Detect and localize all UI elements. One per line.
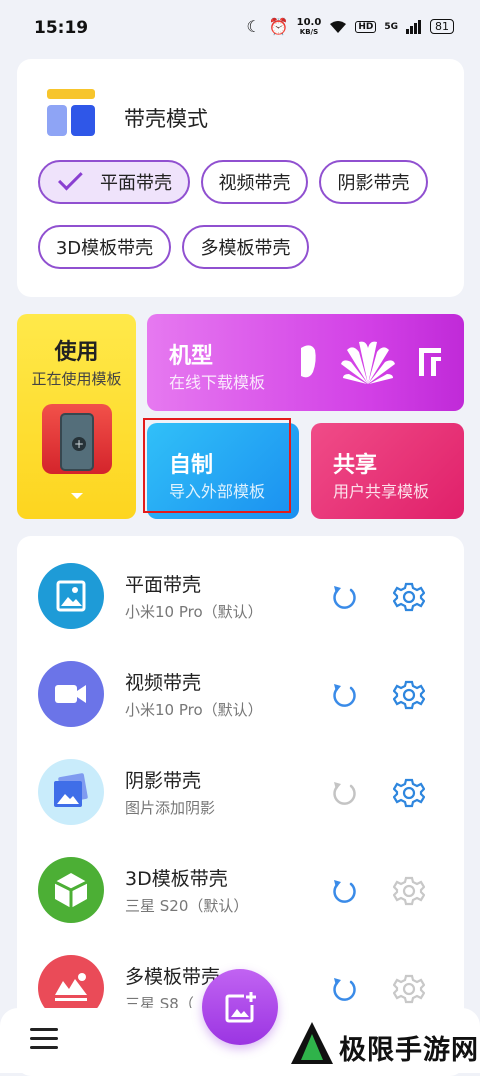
- network-speed-unit: KB/S: [299, 27, 319, 36]
- share-subtitle: 用户共享模板: [333, 482, 430, 501]
- status-bar: 15:19 ☾ ⏰ 10.0 KB/S HD 5G 81: [0, 0, 480, 58]
- list-item-video-shell[interactable]: 视频带壳 小米10 Pro（默认）: [17, 634, 464, 732]
- mode-card: 带壳模式 平面带壳 视频带壳 阴影带壳 3D模板带壳 多模板带壳: [17, 59, 464, 297]
- add-image-icon: [225, 992, 256, 1023]
- gear-icon[interactable]: [393, 875, 425, 907]
- watermark: 极限手游网: [289, 1018, 479, 1070]
- list-item-title: 平面带壳: [125, 574, 202, 596]
- chip-label: 平面带壳: [100, 173, 172, 194]
- watermark-logo-icon: [291, 1022, 333, 1064]
- xiaomi-logo-icon: [419, 348, 441, 376]
- network-speed: 10.0 KB/S: [296, 16, 322, 36]
- gear-icon[interactable]: [393, 581, 425, 613]
- chevron-down-icon: [71, 493, 83, 499]
- list-item-shadow-shell[interactable]: 阴影带壳 图片添加阴影: [17, 732, 464, 830]
- chip-label: 多模板带壳: [200, 238, 291, 259]
- list-item-title: 3D模板带壳: [125, 868, 228, 890]
- refresh-icon[interactable]: [329, 973, 359, 1003]
- hd-badge: HD: [355, 20, 377, 33]
- model-subtitle: 在线下载模板: [169, 373, 266, 392]
- status-icons: ☾ ⏰ 10.0 KB/S HD 5G 81: [246, 17, 454, 36]
- share-tile[interactable]: 共享 用户共享模板: [311, 423, 464, 519]
- refresh-icon[interactable]: [329, 679, 359, 709]
- app-logo-icon: [45, 89, 97, 139]
- chip-3d-shell[interactable]: 3D模板带壳: [38, 225, 171, 269]
- gear-icon[interactable]: [393, 973, 425, 1005]
- model-title: 机型: [169, 344, 214, 369]
- chip-label: 阴影带壳: [337, 173, 410, 194]
- signal-icon: [406, 19, 421, 34]
- status-time: 15:19: [34, 18, 89, 38]
- chip-multi-shell[interactable]: 多模板带壳: [182, 225, 309, 269]
- chip-label: 视频带壳: [218, 173, 291, 194]
- list-item-3d-shell[interactable]: 3D模板带壳 三星 S20（默认）: [17, 830, 464, 928]
- image-icon: [38, 563, 104, 629]
- use-tile[interactable]: 使用 正在使用模板 +: [17, 314, 136, 519]
- gear-icon[interactable]: [393, 679, 425, 711]
- add-image-button[interactable]: [202, 969, 278, 1045]
- check-icon: [58, 165, 83, 191]
- model-tile[interactable]: 机型 在线下载模板: [147, 314, 464, 411]
- chip-flat-shell[interactable]: 平面带壳: [38, 160, 190, 204]
- refresh-icon[interactable]: [329, 875, 359, 905]
- list-item-flat-shell[interactable]: 平面带壳 小米10 Pro（默认）: [17, 536, 464, 634]
- chip-shadow-shell[interactable]: 阴影带壳: [319, 160, 428, 204]
- phone-template-icon: +: [42, 404, 112, 474]
- signal-label: 5G: [384, 21, 398, 32]
- refresh-icon[interactable]: [329, 581, 359, 611]
- huawei-logo-icon: [341, 341, 395, 384]
- chip-label: 3D模板带壳: [55, 238, 154, 259]
- shadow-image-icon: [38, 759, 104, 825]
- menu-icon[interactable]: [30, 1028, 58, 1050]
- video-icon: [38, 661, 104, 727]
- gear-icon[interactable]: [393, 777, 425, 809]
- list-item-title: 多模板带壳: [125, 966, 221, 988]
- chip-video-shell[interactable]: 视频带壳: [201, 160, 308, 204]
- list-item-subtitle: 小米10 Pro（默认）: [125, 603, 263, 621]
- list-item-subtitle: 三星 S20（默认）: [125, 897, 249, 915]
- alarm-icon: ⏰: [268, 17, 289, 36]
- battery-icon: 81: [430, 19, 454, 34]
- list-item-title: 阴影带壳: [125, 770, 202, 792]
- moon-icon: ☾: [246, 17, 261, 36]
- list-item-subtitle: 图片添加阴影: [125, 799, 216, 817]
- share-title: 共享: [333, 453, 378, 478]
- network-speed-value: 10.0: [296, 16, 322, 28]
- use-subtitle: 正在使用模板: [31, 370, 122, 388]
- list-item-subtitle: 小米10 Pro（默认）: [125, 701, 263, 719]
- cube-icon: [38, 857, 104, 923]
- highlight-box: [143, 418, 291, 513]
- mode-title: 带壳模式: [124, 107, 208, 131]
- wifi-icon: [330, 20, 347, 33]
- list-item-title: 视频带壳: [125, 672, 202, 694]
- apple-logo-icon: [301, 345, 316, 378]
- refresh-icon[interactable]: [329, 777, 359, 807]
- use-title: 使用: [54, 340, 99, 365]
- watermark-text: 极限手游网: [339, 1035, 479, 1066]
